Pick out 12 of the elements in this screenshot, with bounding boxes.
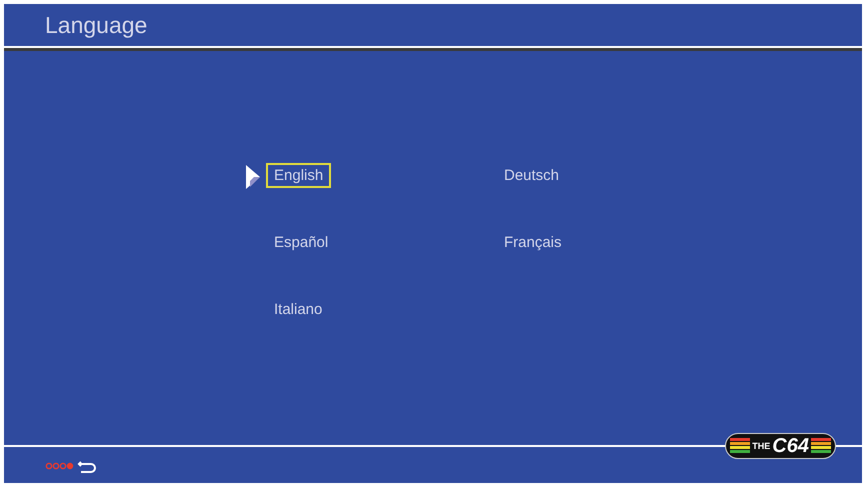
language-option[interactable]: Italiano xyxy=(266,297,330,322)
logo-name: C64 xyxy=(772,434,809,458)
stripes-icon xyxy=(730,437,750,455)
language-option[interactable]: Español xyxy=(266,230,336,255)
back-dots-icon xyxy=(45,459,99,473)
language-option[interactable]: English xyxy=(266,163,332,188)
language-option[interactable]: Français xyxy=(496,230,570,255)
stripes-icon xyxy=(811,437,831,455)
screen-title: Language xyxy=(45,12,148,38)
logo-prefix: THE xyxy=(752,441,770,451)
pointer-icon xyxy=(246,165,262,189)
language-option[interactable]: Deutsch xyxy=(496,163,568,188)
